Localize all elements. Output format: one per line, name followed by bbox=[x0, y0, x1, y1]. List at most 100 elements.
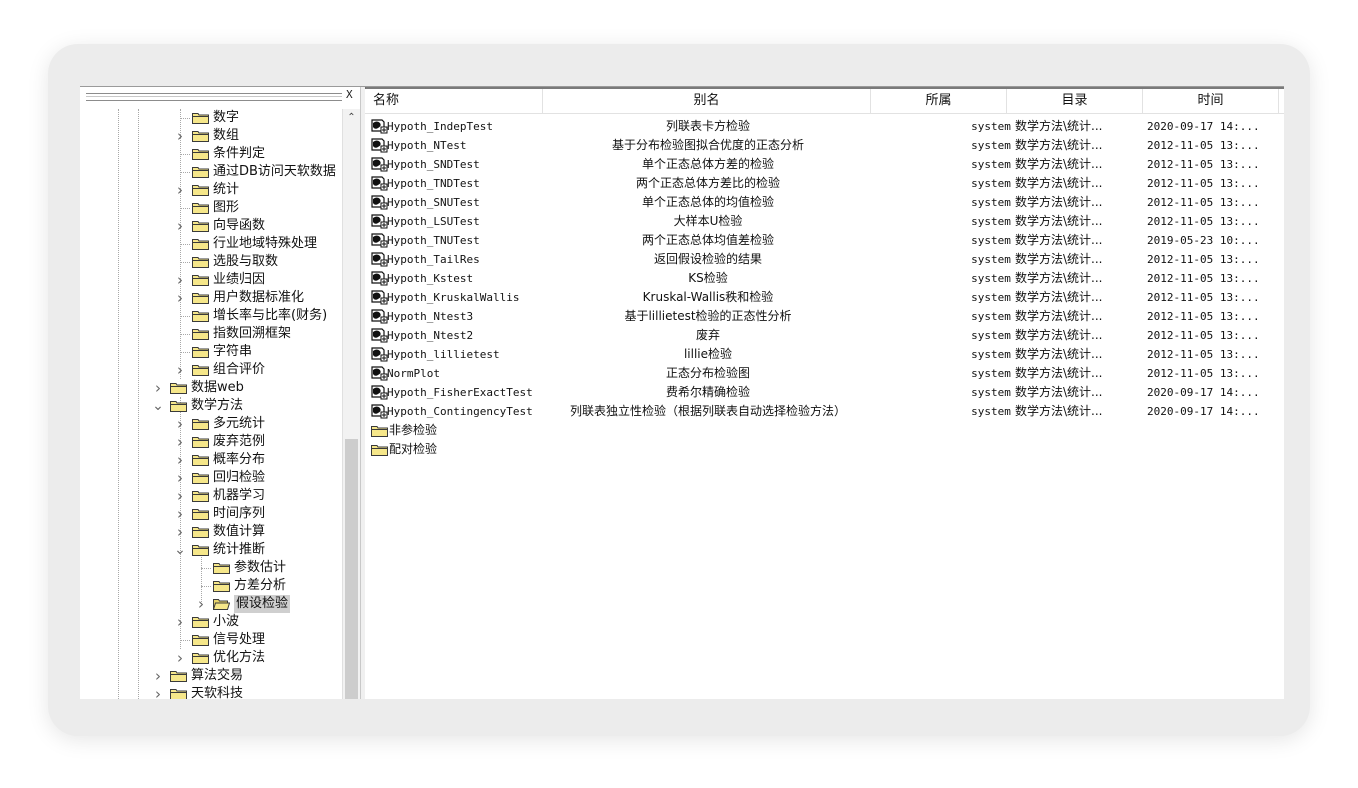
close-pane-button[interactable]: X bbox=[346, 89, 353, 101]
function-row[interactable]: Hypoth_Kstest KS检验 system 数学方法\统计... 2012-11… bbox=[365, 269, 1284, 288]
function-row[interactable]: NormPlot 正态分布检验图 system 数学方法\统计... 2012-11-0… bbox=[365, 364, 1284, 383]
function-browser-window: X 数字 › 数组条件判定 通过DB访问天软数据 › 统计 图形 › 向导函数 行业地域特殊处理选… bbox=[80, 86, 1284, 699]
tree-item-label: 机器学习 bbox=[213, 488, 266, 503]
subfolder-row[interactable]: 配对检验 bbox=[365, 440, 1284, 459]
collapsed-chevron-icon[interactable]: › bbox=[195, 595, 207, 613]
function-owner: system bbox=[971, 405, 1011, 418]
column-header-owner[interactable]: 所属 bbox=[871, 89, 1007, 113]
function-owner: system bbox=[971, 291, 1011, 304]
tree-item[interactable]: › 回归检验 bbox=[80, 469, 342, 487]
tree-item[interactable]: › 假设检验 bbox=[80, 595, 342, 613]
tree-item[interactable]: › 统计 bbox=[80, 181, 342, 199]
collapsed-chevron-icon[interactable]: › bbox=[174, 433, 186, 451]
tree-item[interactable]: 行业地域特殊处理 bbox=[80, 235, 342, 253]
collapsed-chevron-icon[interactable]: › bbox=[174, 613, 186, 631]
tree-item[interactable]: › 数值计算 bbox=[80, 523, 342, 541]
collapsed-chevron-icon[interactable]: › bbox=[174, 415, 186, 433]
function-row[interactable]: Hypoth_lillietest lillie检验 system 数学方法\统计..… bbox=[365, 345, 1284, 364]
tree-item[interactable]: 通过DB访问天软数据 bbox=[80, 163, 342, 181]
function-row[interactable]: Hypoth_Ntest3 基于lillietest检验的正态性分析 system 数… bbox=[365, 307, 1284, 326]
collapsed-chevron-icon[interactable]: › bbox=[174, 487, 186, 505]
tree-item[interactable]: › 向导函数 bbox=[80, 217, 342, 235]
tree-item[interactable]: › 天软科技 bbox=[80, 685, 342, 699]
function-row[interactable]: Hypoth_NTest 基于分布检验图拟合优度的正态分析 system 数学方法\统… bbox=[365, 136, 1284, 155]
tree-item[interactable]: 信号处理 bbox=[80, 631, 342, 649]
function-icon bbox=[371, 290, 388, 305]
column-header-time[interactable]: 时间 bbox=[1143, 89, 1279, 113]
tree-item[interactable]: › 多元统计 bbox=[80, 415, 342, 433]
tree-item[interactable]: › 时间序列 bbox=[80, 505, 342, 523]
function-row[interactable]: Hypoth_KruskalWallis Kruskal-Wallis秩和检验 sy… bbox=[365, 288, 1284, 307]
scrollbar-thumb[interactable] bbox=[345, 439, 358, 699]
tree-item[interactable]: 图形 bbox=[80, 199, 342, 217]
collapsed-chevron-icon[interactable]: › bbox=[174, 217, 186, 235]
tree-item[interactable]: › 组合评价 bbox=[80, 361, 342, 379]
function-row[interactable]: Hypoth_LSUTest 大样本U检验 system 数学方法\统计... 2012… bbox=[365, 212, 1284, 231]
column-header-alias[interactable]: 别名 bbox=[543, 89, 871, 113]
tree-item[interactable]: › 机器学习 bbox=[80, 487, 342, 505]
function-owner: system bbox=[971, 234, 1011, 247]
tree-item[interactable]: › 优化方法 bbox=[80, 649, 342, 667]
tree-item[interactable]: › 数据web bbox=[80, 379, 342, 397]
column-header-directory[interactable]: 目录 bbox=[1007, 89, 1143, 113]
tree-item[interactable]: › 业绩归因 bbox=[80, 271, 342, 289]
function-row[interactable]: Hypoth_TailRes 返回假设检验的结果 system 数学方法\统计... 2… bbox=[365, 250, 1284, 269]
function-time: 2012-11-05 13:... bbox=[1147, 329, 1260, 342]
tree-item[interactable]: › 算法交易 bbox=[80, 667, 342, 685]
folder-icon bbox=[192, 167, 209, 178]
tree-item[interactable]: 方差分析 bbox=[80, 577, 342, 595]
function-row[interactable]: Hypoth_FisherExactTest 费希尔精确检验 system 数学方法\… bbox=[365, 383, 1284, 402]
collapsed-chevron-icon[interactable]: › bbox=[152, 379, 164, 397]
subfolder-row[interactable]: 非参检验 bbox=[365, 421, 1284, 440]
scroll-up-icon[interactable]: ⌃ bbox=[343, 109, 360, 126]
tree-item-label: 数据web bbox=[191, 380, 244, 395]
function-row[interactable]: Hypoth_Ntest2 废弃 system 数学方法\统计... 2012-11-0… bbox=[365, 326, 1284, 345]
expanded-chevron-icon[interactable]: ⌄ bbox=[152, 397, 164, 415]
tree-item-label: 数组 bbox=[213, 128, 240, 143]
tree-item[interactable]: › 概率分布 bbox=[80, 451, 342, 469]
function-directory: 数学方法\统计... bbox=[1015, 347, 1103, 361]
function-row[interactable]: Hypoth_TNUTest 两个正态总体均值差检验 system 数学方法\统计..… bbox=[365, 231, 1284, 250]
function-directory: 数学方法\统计... bbox=[1015, 271, 1103, 285]
collapsed-chevron-icon[interactable]: › bbox=[174, 181, 186, 199]
tree-item[interactable]: 增长率与比率(财务) bbox=[80, 307, 342, 325]
tree-item[interactable]: ⌄ 统计推断 bbox=[80, 541, 342, 559]
tree-item[interactable]: › 废弃范例 bbox=[80, 433, 342, 451]
collapsed-chevron-icon[interactable]: › bbox=[174, 289, 186, 307]
tree-item[interactable]: 条件判定 bbox=[80, 145, 342, 163]
tree-item[interactable]: 数字 bbox=[80, 109, 342, 127]
collapsed-chevron-icon[interactable]: › bbox=[174, 649, 186, 667]
collapsed-chevron-icon[interactable]: › bbox=[174, 361, 186, 379]
tree-item[interactable]: 指数回溯框架 bbox=[80, 325, 342, 343]
function-row[interactable]: Hypoth_SNUTest 单个正态总体的均值检验 system 数学方法\统计..… bbox=[365, 193, 1284, 212]
tree-item[interactable]: ⌄ 数学方法 bbox=[80, 397, 342, 415]
function-name: Hypoth_TNUTest bbox=[387, 234, 480, 247]
function-row[interactable]: Hypoth_IndepTest 列联表卡方检验 system 数学方法\统计... 2… bbox=[365, 117, 1284, 136]
collapsed-chevron-icon[interactable]: › bbox=[174, 523, 186, 541]
collapsed-chevron-icon[interactable]: › bbox=[174, 469, 186, 487]
tree-item-label: 数字 bbox=[213, 110, 240, 125]
tree-scrollbar[interactable]: ⌃ bbox=[342, 109, 360, 699]
function-row[interactable]: Hypoth_ContingencyTest 列联表独立性检验（根据列联表自动选择… bbox=[365, 402, 1284, 421]
tree-item[interactable]: 选股与取数 bbox=[80, 253, 342, 271]
tree-item-label: 行业地域特殊处理 bbox=[213, 236, 318, 251]
tree-item[interactable]: › 数组 bbox=[80, 127, 342, 145]
collapsed-chevron-icon[interactable]: › bbox=[174, 271, 186, 289]
tree-item[interactable]: › 小波 bbox=[80, 613, 342, 631]
collapsed-chevron-icon[interactable]: › bbox=[174, 505, 186, 523]
collapsed-chevron-icon[interactable]: › bbox=[174, 451, 186, 469]
pane-drag-grip[interactable] bbox=[86, 93, 342, 101]
tree-item-label: 数学方法 bbox=[191, 398, 244, 413]
function-name: Hypoth_Ntest3 bbox=[387, 310, 474, 323]
collapsed-chevron-icon[interactable]: › bbox=[174, 127, 186, 145]
function-row[interactable]: Hypoth_TNDTest 两个正态总体方差比的检验 system 数学方法\统计.… bbox=[365, 174, 1284, 193]
tree-item[interactable]: › 用户数据标准化 bbox=[80, 289, 342, 307]
function-alias: 列联表卡方检验 bbox=[665, 119, 750, 133]
column-header-name[interactable]: 名称 bbox=[365, 89, 543, 113]
tree-item[interactable]: 字符串 bbox=[80, 343, 342, 361]
expanded-chevron-icon[interactable]: ⌄ bbox=[174, 541, 186, 559]
collapsed-chevron-icon[interactable]: › bbox=[152, 667, 164, 685]
collapsed-chevron-icon[interactable]: › bbox=[152, 685, 164, 699]
function-row[interactable]: Hypoth_SNDTest 单个正态总体方差的检验 system 数学方法\统计..… bbox=[365, 155, 1284, 174]
tree-item[interactable]: 参数估计 bbox=[80, 559, 342, 577]
